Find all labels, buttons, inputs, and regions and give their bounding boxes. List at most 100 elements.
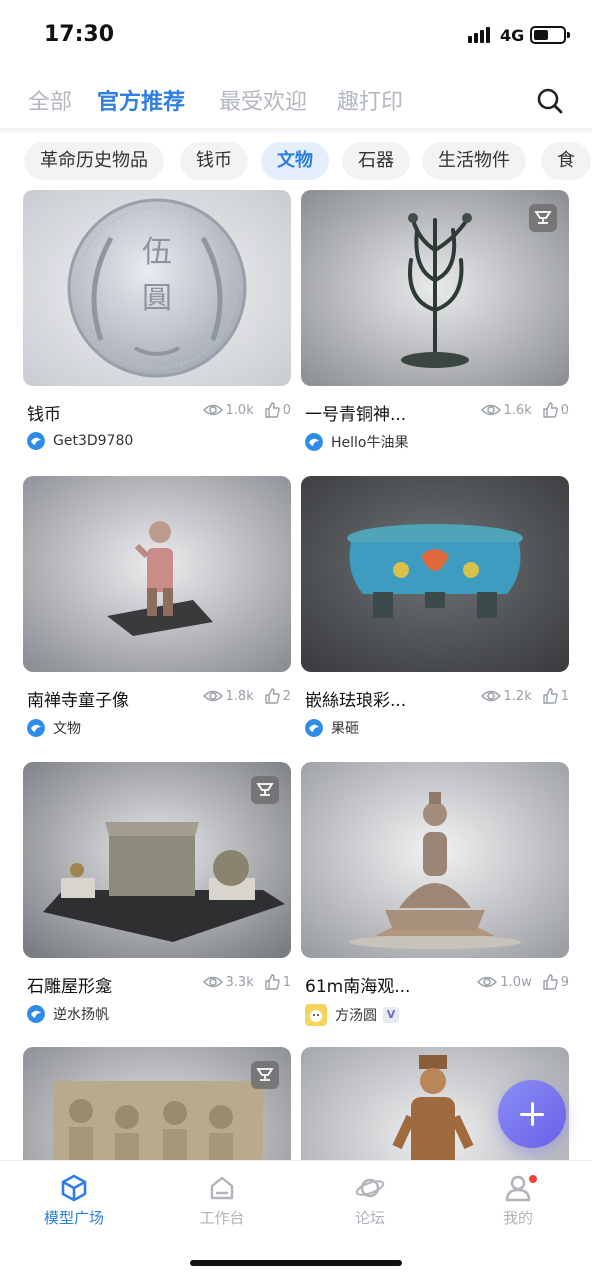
view-eye-icon bbox=[202, 690, 223, 702]
view-count: 1.8k bbox=[225, 688, 254, 704]
view-eye-icon bbox=[202, 404, 223, 416]
nav-label: 论坛 bbox=[354, 1209, 385, 1227]
nav-label: 我的 bbox=[502, 1209, 533, 1227]
tab-official-recommend[interactable]: 官方推荐 bbox=[97, 84, 185, 116]
like-count: 0 bbox=[560, 402, 569, 418]
author-name: Get3D9780 bbox=[53, 433, 134, 449]
author-name: 文物 bbox=[53, 721, 81, 737]
author-info[interactable]: 果砸 bbox=[305, 718, 359, 738]
model-title[interactable]: 嵌絲珐琅彩... bbox=[305, 686, 406, 711]
child-statue-model-image bbox=[23, 476, 291, 672]
print-badge-icon bbox=[529, 204, 557, 232]
chip-stoneware[interactable]: 石器 bbox=[342, 142, 410, 180]
svg-text:圓: 圓 bbox=[142, 281, 172, 316]
author-name: Hello牛油果 bbox=[331, 435, 409, 451]
battery-icon bbox=[530, 26, 570, 44]
model-thumbnail[interactable] bbox=[23, 476, 291, 672]
like-count: 9 bbox=[560, 974, 569, 990]
author-name: 果砸 bbox=[331, 721, 359, 737]
author-info[interactable]: Get3D9780 bbox=[27, 432, 133, 450]
chip-coins[interactable]: 钱币 bbox=[180, 142, 248, 180]
guanyin-statue-model-image bbox=[301, 762, 569, 958]
model-title[interactable]: 石雕屋形龛 bbox=[27, 972, 112, 997]
like-count: 2 bbox=[282, 688, 291, 704]
model-thumbnail[interactable] bbox=[301, 476, 569, 672]
like-thumb-icon[interactable] bbox=[542, 688, 558, 704]
like-count: 1 bbox=[560, 688, 569, 704]
model-title[interactable]: 61m南海观... bbox=[305, 972, 410, 997]
author-name: 方汤圆 bbox=[335, 1008, 377, 1024]
cloisonne-model-image bbox=[301, 476, 569, 672]
author-info[interactable]: 文物 bbox=[27, 718, 81, 738]
like-thumb-icon[interactable] bbox=[264, 402, 280, 418]
network-type: 4G bbox=[500, 26, 525, 45]
author-info[interactable]: Hello牛油果 bbox=[305, 432, 409, 452]
view-count: 1.0w bbox=[500, 974, 532, 990]
like-count: 0 bbox=[282, 402, 291, 418]
model-title[interactable]: 南禅寺童子像 bbox=[27, 686, 129, 711]
view-count: 1.6k bbox=[503, 402, 532, 418]
like-thumb-icon[interactable] bbox=[542, 974, 558, 990]
chip-food[interactable]: 食 bbox=[541, 142, 591, 180]
view-count: 1.2k bbox=[503, 688, 532, 704]
model-stats: 1.6k 0 bbox=[480, 402, 569, 418]
model-thumbnail[interactable] bbox=[301, 762, 569, 958]
view-eye-icon bbox=[202, 976, 223, 988]
home-indicator bbox=[190, 1260, 402, 1266]
model-thumbnail[interactable]: 伍 圓 bbox=[23, 190, 291, 386]
view-count: 1.0k bbox=[225, 402, 254, 418]
cube-icon bbox=[61, 1174, 87, 1202]
coin-model-image: 伍 圓 bbox=[23, 190, 291, 386]
author-avatar bbox=[305, 719, 323, 737]
nav-label: 工作台 bbox=[199, 1209, 245, 1227]
signal-icon bbox=[468, 27, 490, 43]
model-title[interactable]: 钱币 bbox=[27, 400, 61, 425]
view-eye-icon bbox=[477, 976, 498, 988]
model-stats: 1.0k 0 bbox=[202, 402, 291, 418]
planet-icon bbox=[355, 1178, 385, 1198]
author-name: 逆水扬帆 bbox=[53, 1007, 109, 1023]
model-stats: 3.3k 1 bbox=[202, 974, 291, 990]
print-badge-icon bbox=[251, 1061, 279, 1089]
svg-text:伍: 伍 bbox=[142, 235, 172, 270]
like-thumb-icon[interactable] bbox=[264, 688, 280, 704]
author-info[interactable]: 方汤圆 V bbox=[305, 1004, 399, 1026]
workbench-icon bbox=[210, 1176, 234, 1200]
like-thumb-icon[interactable] bbox=[542, 402, 558, 418]
view-eye-icon bbox=[480, 690, 501, 702]
like-count: 1 bbox=[282, 974, 291, 990]
tab-fun-print[interactable]: 趣打印 bbox=[337, 84, 403, 116]
top-tab-bar: 全部 官方推荐 最受欢迎 趣打印 bbox=[0, 78, 592, 124]
print-badge-icon bbox=[251, 776, 279, 804]
author-info[interactable]: 逆水扬帆 bbox=[27, 1004, 109, 1024]
category-chip-bar: 革命历史物品 钱币 文物 石器 生活物件 食 bbox=[0, 142, 592, 180]
view-count: 3.3k bbox=[225, 974, 254, 990]
model-thumbnail[interactable] bbox=[23, 762, 291, 958]
verified-badge-icon: V bbox=[383, 1007, 399, 1023]
search-icon[interactable] bbox=[536, 87, 564, 115]
view-eye-icon bbox=[480, 404, 501, 416]
status-time: 17:30 bbox=[44, 22, 115, 47]
like-thumb-icon[interactable] bbox=[264, 974, 280, 990]
tab-most-popular[interactable]: 最受欢迎 bbox=[219, 84, 307, 116]
header-divider bbox=[0, 128, 592, 134]
tab-all[interactable]: 全部 bbox=[28, 84, 72, 116]
model-title[interactable]: 一号青铜神... bbox=[305, 400, 406, 425]
author-avatar bbox=[27, 1005, 45, 1023]
nav-workbench[interactable]: 工作台 bbox=[162, 1173, 282, 1228]
model-thumbnail[interactable] bbox=[301, 190, 569, 386]
model-stats: 1.2k 1 bbox=[480, 688, 569, 704]
author-avatar bbox=[27, 432, 45, 450]
nav-model-square[interactable]: 模型广场 bbox=[14, 1173, 134, 1228]
model-stats: 1.8k 2 bbox=[202, 688, 291, 704]
notification-dot bbox=[529, 1175, 537, 1183]
model-stats: 1.0w 9 bbox=[477, 974, 569, 990]
chip-cultural-relics[interactable]: 文物 bbox=[261, 142, 329, 180]
nav-forum[interactable]: 论坛 bbox=[310, 1173, 430, 1228]
chip-daily-objects[interactable]: 生活物件 bbox=[422, 142, 526, 180]
author-avatar bbox=[305, 1004, 327, 1026]
author-avatar bbox=[305, 433, 323, 451]
chip-revolution-history[interactable]: 革命历史物品 bbox=[24, 142, 164, 180]
add-model-button[interactable] bbox=[498, 1080, 566, 1148]
nav-profile[interactable]: 我的 bbox=[458, 1173, 578, 1228]
